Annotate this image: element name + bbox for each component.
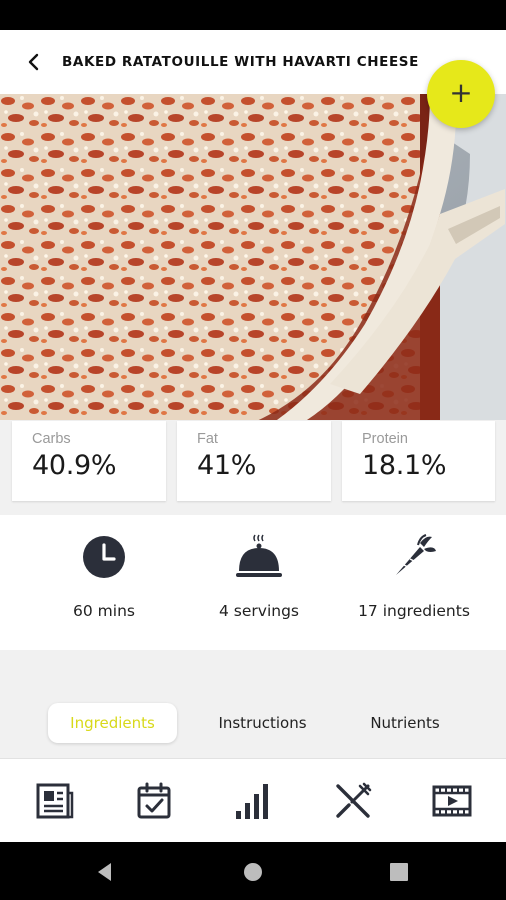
- add-fab-button[interactable]: +: [427, 60, 495, 128]
- tab-nutrients[interactable]: Nutrients: [350, 703, 460, 743]
- stat-label: 17 ingredients: [358, 602, 470, 620]
- recipe-photo: [0, 94, 506, 430]
- nav-meal-plan[interactable]: [132, 779, 176, 823]
- bottom-nav: [0, 758, 506, 842]
- macro-label: Fat: [197, 431, 218, 447]
- clock-icon: [83, 536, 125, 578]
- stat-servings: 4 servings: [175, 515, 343, 650]
- nav-videos[interactable]: [430, 779, 474, 823]
- utensils-icon: [336, 782, 372, 818]
- macro-label: Protein: [362, 431, 408, 447]
- nav-recipes[interactable]: [331, 779, 375, 823]
- chevron-left-icon: [28, 53, 39, 71]
- news-icon: [36, 783, 74, 819]
- recipe-stats: 60 mins 4 servings 17 ingredients: [0, 515, 506, 650]
- nav-news[interactable]: [33, 779, 77, 823]
- tab-ingredients[interactable]: Ingredients: [48, 703, 177, 743]
- nav-stats[interactable]: [231, 779, 275, 823]
- stat-label: 60 mins: [73, 602, 135, 620]
- stat-ingredients: 17 ingredients: [330, 515, 498, 650]
- stat-time: 60 mins: [20, 515, 188, 650]
- page-title: BAKED RATATOUILLE WITH HAVARTI CHEESE: [62, 54, 419, 70]
- macro-card-protein: Protein 18.1%: [342, 421, 495, 501]
- macro-value: 41%: [197, 450, 257, 481]
- system-home-icon[interactable]: [241, 860, 265, 884]
- macro-card-fat: Fat 41%: [177, 421, 331, 501]
- tab-instructions[interactable]: Instructions: [200, 703, 325, 743]
- plus-icon: +: [449, 75, 473, 109]
- system-recents-icon[interactable]: [387, 860, 411, 884]
- system-back-icon[interactable]: [93, 860, 117, 884]
- screen: BAKED RATATOUILLE WITH HAVARTI CHEESE + …: [0, 0, 506, 900]
- serving-cloche-icon: [236, 534, 282, 577]
- macro-card-carbs: Carbs 40.9%: [12, 421, 166, 501]
- status-bar: [0, 0, 506, 30]
- bar-chart-icon: [236, 784, 268, 819]
- video-icon: [432, 785, 472, 817]
- carrot-icon: [395, 534, 436, 576]
- stat-label: 4 servings: [219, 602, 299, 620]
- back-button[interactable]: [8, 30, 60, 94]
- macro-value: 18.1%: [362, 450, 447, 481]
- system-navigation-bar: [0, 842, 506, 900]
- macro-value: 40.9%: [32, 450, 117, 481]
- calendar-check-icon: [137, 782, 171, 819]
- macro-label: Carbs: [32, 431, 71, 447]
